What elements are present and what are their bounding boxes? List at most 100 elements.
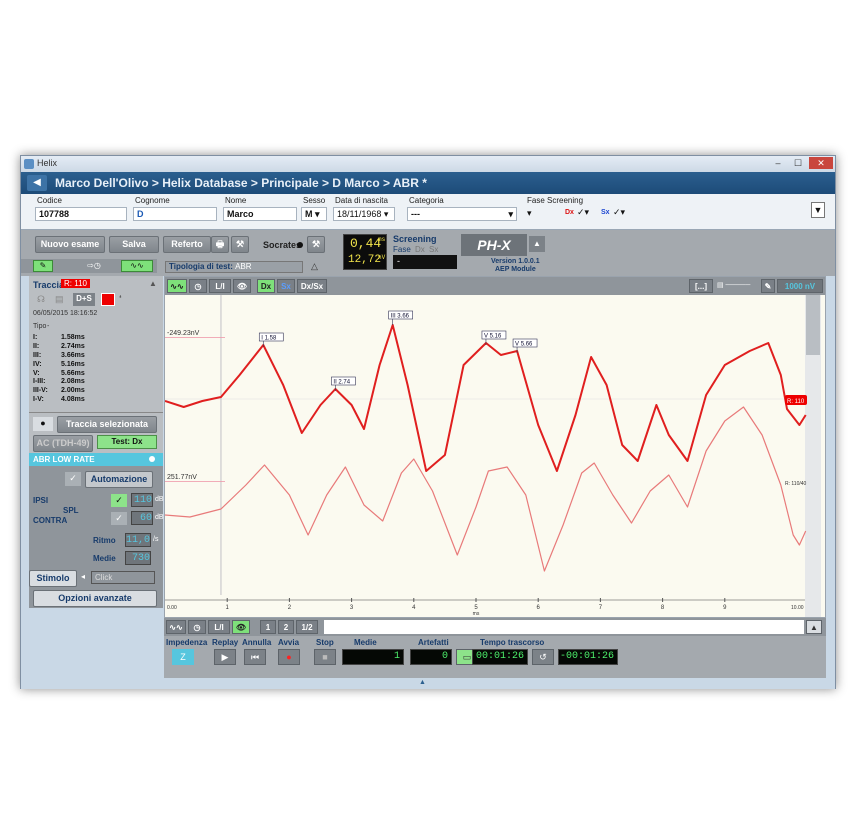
annulla-label: Annulla (242, 638, 272, 647)
sesso-select[interactable]: M ▾ (301, 207, 327, 221)
wave-mode-icon[interactable]: ∿∿ (167, 279, 187, 293)
categoria-label: Categoria (409, 196, 444, 205)
more-options-button[interactable]: [...] (689, 279, 713, 293)
maximize-button[interactable]: ☐ (789, 157, 807, 169)
peak-marker-label[interactable]: III 3.66 (391, 314, 410, 320)
page-half-button[interactable]: 1/2 (296, 620, 318, 634)
li-button[interactable]: L/I (209, 279, 231, 293)
app-window: Helix – ☐ ✕ ◀ Marco Dell'Olivo > Helix D… (20, 155, 836, 689)
contra-check-icon[interactable]: ✓ (111, 512, 127, 525)
sx-button[interactable]: Sx (277, 279, 295, 293)
pen-icon[interactable]: ✎ (761, 279, 775, 293)
dx-button[interactable]: Dx (257, 279, 275, 293)
main-trace[interactable] (165, 324, 807, 472)
tempo-remaining-value: -00:01:26 (558, 649, 618, 665)
ipsi-level-value[interactable]: 110 (131, 493, 153, 507)
impedenza-button[interactable]: Z (172, 649, 194, 665)
ipsi-label: IPSI (33, 496, 49, 505)
test-dx-button[interactable]: Test: Dx (97, 435, 157, 449)
ear-icon[interactable]: ❛ (119, 294, 122, 303)
bottom-li-button[interactable]: L/I (208, 620, 230, 634)
pencil-icon[interactable]: ✎ (33, 260, 53, 272)
fase-sx-check-icon[interactable]: ✓▾ (613, 207, 625, 218)
ds-button[interactable]: D+S (73, 293, 95, 306)
bottom-up-icon[interactable]: ▲ (806, 620, 822, 634)
x-tick-label: 4 (412, 605, 416, 611)
tempo-label: Tempo trascorso (480, 638, 545, 647)
peak-marker-label[interactable]: I 1.58 (261, 336, 277, 342)
contra-level-value[interactable]: 60 (131, 511, 153, 525)
codice-field[interactable]: 107788 (35, 207, 127, 221)
page-2-button[interactable]: 2 (278, 620, 294, 634)
cognome-field[interactable]: D (133, 207, 217, 221)
x-tick-label: 9 (723, 605, 727, 611)
peak-marker-label[interactable]: II 2.74 (333, 380, 350, 386)
peak-marker-label[interactable]: V 5.16 (484, 334, 502, 340)
patient-expand-button[interactable]: ▼ (811, 202, 825, 218)
categoria-select[interactable]: --- ▾ (407, 207, 517, 221)
page-1-button[interactable]: 1 (260, 620, 276, 634)
peak-row: IV: 5.16ms (33, 361, 133, 368)
opzioni-avanzate-button[interactable]: Opzioni avanzate (33, 590, 157, 607)
nuovo-esame-button[interactable]: Nuovo esame (35, 236, 105, 253)
ritmo-value[interactable]: 11,0 (125, 533, 151, 547)
traccia-label: Traccia (33, 280, 65, 290)
salva-button[interactable]: Salva (109, 236, 159, 253)
codice-label: Codice (37, 196, 62, 205)
peak-row: III: 3.66ms (33, 352, 133, 359)
traccia-selezionata-button[interactable]: Traccia selezionata (57, 416, 157, 433)
bottom-wave-icon[interactable]: ∿∿ (166, 620, 186, 634)
collapse-up-icon[interactable]: ▲ (529, 236, 545, 252)
fase-screening-select[interactable]: ▾ (527, 208, 532, 219)
footer-up-icon[interactable]: ▲ (419, 679, 426, 686)
minimize-button[interactable]: – (769, 157, 787, 169)
eye-icon[interactable]: 👁 (233, 279, 251, 293)
peak-marker-label[interactable]: V 5.66 (515, 342, 533, 348)
clock-icon[interactable]: ◷ (189, 279, 207, 293)
tempo-reset-icon[interactable]: ↺ (532, 649, 554, 665)
wave-view-icon[interactable]: ∿∿ (121, 260, 153, 272)
plot-scroll-thumb[interactable] (806, 295, 820, 355)
referto-button[interactable]: Referto (163, 236, 211, 253)
fase-dx-check-icon[interactable]: ✓▾ (577, 207, 589, 218)
settings-tools-icon[interactable]: ⚒ (307, 236, 325, 253)
nome-field[interactable]: Marco (223, 207, 297, 221)
medie-value[interactable]: 730 (125, 551, 151, 565)
automazione-button[interactable]: Automazione (85, 471, 153, 488)
waveform-plot[interactable]: ∿∿ ◷ L/I 👁 Dx Sx Dx/Sx [...] ▤ ───── ✎ 1… (164, 276, 826, 618)
secondary-trace[interactable] (165, 406, 807, 572)
print-trace-icon[interactable]: ▤ (55, 294, 64, 305)
tools-icon[interactable]: ⚒ (231, 236, 249, 253)
stop-square-icon[interactable]: ■ (314, 649, 336, 665)
nascita-field[interactable]: 18/11/1968 ▾ (333, 207, 395, 221)
x-start-label: 0.00 (167, 605, 177, 611)
automazione-check-icon[interactable]: ✓ (65, 472, 81, 486)
medie-label: Medie (93, 554, 116, 563)
ac-tdh49-button[interactable]: AC (TDH-49) (33, 435, 93, 452)
peak-row-key: II: (33, 343, 40, 350)
ipsi-check-icon[interactable]: ✓ (111, 494, 127, 507)
bottom-eye-icon[interactable]: 👁 (232, 620, 250, 634)
tipologia-field[interactable]: Tipologia di test: ABR (165, 261, 303, 273)
clock-forward-icon[interactable]: ⇨◷ (83, 260, 105, 272)
trace-color-swatch[interactable] (101, 293, 115, 306)
abr-low-rate-label[interactable]: ABR LOW RATE (29, 453, 163, 466)
annulla-skip-back-icon[interactable]: ⏮ (244, 649, 266, 665)
record-dot-icon[interactable]: ● (33, 417, 53, 431)
traccia-collapse-icon[interactable]: ▲ (149, 279, 157, 288)
replay-play-icon[interactable]: ▶ (214, 649, 236, 665)
stimolo-type-field[interactable]: Click (91, 571, 155, 584)
bottom-note-field[interactable] (324, 620, 804, 634)
stimolo-button[interactable]: Stimolo (29, 570, 77, 587)
scale-value[interactable]: 1000 nV (777, 279, 823, 293)
bottom-clock-icon[interactable]: ◷ (188, 620, 206, 634)
impedenza-label: Impedenza (166, 638, 208, 647)
dxsx-button[interactable]: Dx/Sx (297, 279, 327, 293)
headphone-icon[interactable]: ☊ (37, 294, 45, 305)
printer-icon[interactable]: 🖶 (211, 236, 229, 253)
close-button[interactable]: ✕ (809, 157, 833, 169)
gain-slider[interactable]: ▤ ───── (717, 281, 757, 291)
waveform-canvas[interactable]: 1 2 3 4 5 6 7 8 90.00 10.00ms-249.23nV251.77nVI 1… (165, 295, 825, 617)
back-button[interactable]: ◀ (27, 175, 47, 191)
avvia-record-icon[interactable]: ● (278, 649, 300, 665)
